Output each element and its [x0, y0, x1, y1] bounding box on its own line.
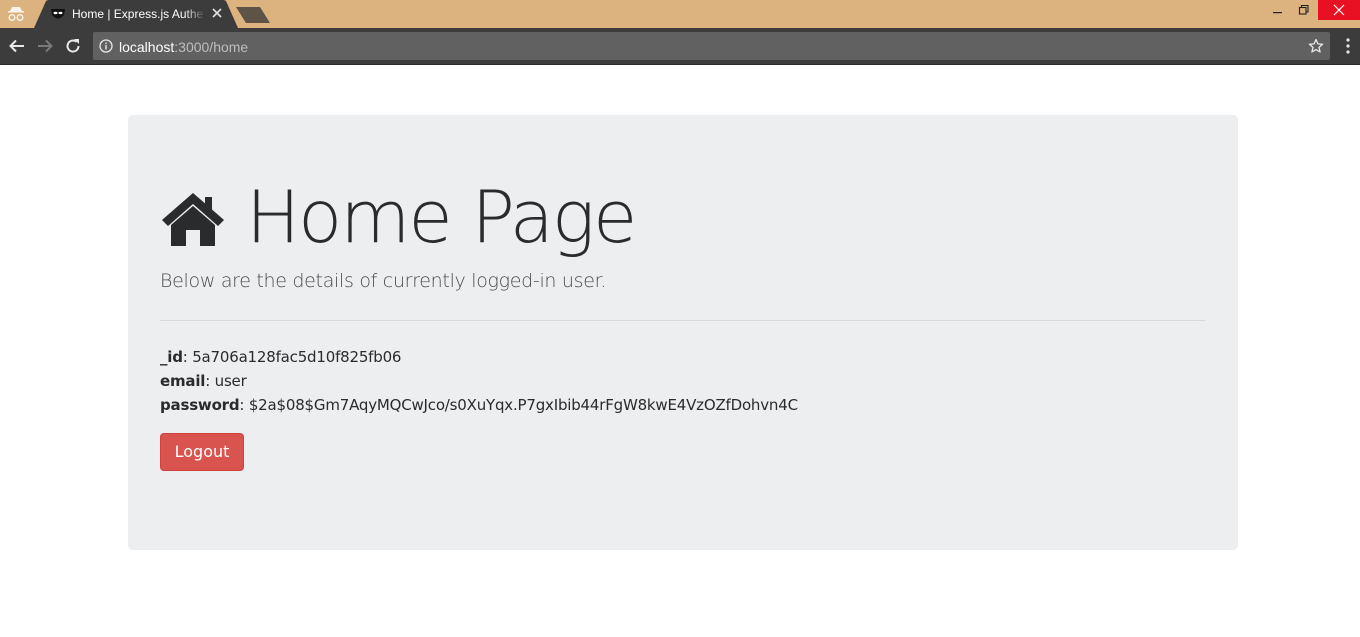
- user-password-value: : $2a$08$Gm7AqyMQCwJco/s0XuYqx.P7gxIbib4…: [239, 396, 798, 414]
- url-text[interactable]: localhost:3000/home: [119, 39, 248, 55]
- lead-text: Below are the details of currently logge…: [160, 270, 607, 292]
- tab-strip: Home | Express.js Authentication: [0, 0, 1360, 28]
- user-id-label: _id: [160, 348, 183, 366]
- bookmark-star-icon[interactable]: [1308, 38, 1324, 54]
- user-email-label: email: [160, 372, 206, 390]
- incognito-icon: [8, 7, 24, 21]
- browser-toolbar: localhost:3000/home: [0, 28, 1360, 64]
- url-path: :3000/home: [174, 39, 249, 55]
- jumbotron: Home Page Below are the details of curre…: [128, 115, 1238, 550]
- logout-button[interactable]: Logout: [160, 433, 244, 471]
- minimize-button[interactable]: [1264, 0, 1292, 20]
- user-id-row: _id: 5a706a128fac5d10f825fb06: [160, 347, 798, 371]
- toolbar-divider: [0, 64, 1360, 65]
- info-icon[interactable]: [99, 39, 113, 53]
- user-email-row: email: user: [160, 371, 798, 395]
- window-close-icon: [1333, 4, 1345, 16]
- favicon-icon: [51, 9, 65, 19]
- restore-button[interactable]: [1290, 0, 1318, 20]
- address-bar[interactable]: localhost:3000/home: [93, 32, 1330, 60]
- user-password-label: password: [160, 396, 240, 414]
- restore-icon: [1298, 4, 1309, 15]
- menu-icon[interactable]: [1340, 37, 1356, 55]
- back-icon[interactable]: [7, 36, 27, 56]
- user-password-row: password: $2a$08$Gm7AqyMQCwJco/s0XuYqx.P…: [160, 395, 798, 419]
- page-title: Home Page: [246, 175, 637, 259]
- forward-icon[interactable]: [35, 36, 55, 56]
- home-icon: [162, 193, 224, 246]
- user-details: _id: 5a706a128fac5d10f825fb06 email: use…: [160, 347, 798, 419]
- page-heading: Home Page: [160, 175, 637, 259]
- user-email-value: : user: [205, 372, 247, 390]
- new-tab-icon[interactable]: [234, 6, 272, 24]
- user-id-value: : 5a706a128fac5d10f825fb06: [182, 348, 402, 366]
- window-close-button[interactable]: [1318, 0, 1360, 20]
- divider: [160, 320, 1205, 321]
- tab-home[interactable]: Home | Express.js Authentication: [34, 0, 238, 28]
- url-host: localhost: [119, 39, 175, 55]
- tab-title-fade: [184, 4, 206, 24]
- reload-icon[interactable]: [63, 36, 83, 56]
- minimize-icon: [1273, 12, 1282, 14]
- tab-close-icon[interactable]: [210, 6, 224, 20]
